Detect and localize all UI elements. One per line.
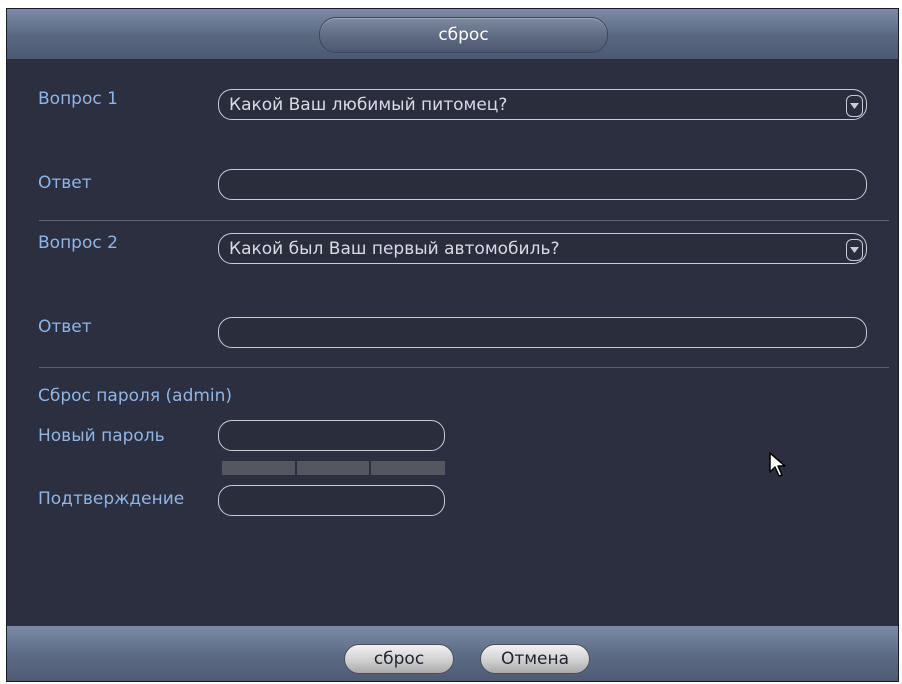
cancel-button[interactable]: Отмена: [480, 644, 590, 674]
reset-dialog: сброс Вопрос 1 Какой Ваш любимый питомец…: [6, 8, 899, 682]
chevron-down-icon[interactable]: [846, 95, 863, 117]
divider: [39, 367, 889, 368]
divider: [39, 220, 889, 221]
mouse-pointer-icon: [769, 452, 789, 482]
new-password-label: Новый пароль: [38, 426, 165, 446]
password-strength-segment: [297, 461, 369, 475]
question-2-label: Вопрос 2: [38, 233, 118, 253]
confirm-password-label: Подтверждение: [38, 489, 185, 509]
question-1-label: Вопрос 1: [38, 89, 118, 109]
dialog-title: сброс: [319, 17, 608, 53]
question-1-selected-value: Какой Ваш любимый питомец?: [229, 94, 508, 115]
answer-2-input[interactable]: [218, 317, 867, 348]
new-password-input[interactable]: [218, 420, 445, 451]
question-2-select[interactable]: Какой был Ваш первый автомобиль?: [218, 233, 867, 264]
answer-1-label: Ответ: [38, 173, 92, 193]
reset-button[interactable]: сброс: [344, 644, 454, 674]
password-strength-segment: [371, 461, 445, 475]
question-1-select[interactable]: Какой Ваш любимый питомец?: [218, 89, 867, 120]
title-bar: сброс: [7, 9, 898, 59]
footer-bar: сброс Отмена: [7, 626, 898, 681]
password-strength-segment: [222, 461, 295, 475]
password-section-title: Сброс пароля (admin): [38, 386, 233, 406]
confirm-password-input[interactable]: [218, 485, 445, 516]
answer-1-input[interactable]: [218, 169, 867, 200]
question-2-selected-value: Какой был Ваш первый автомобиль?: [229, 238, 560, 259]
answer-2-label: Ответ: [38, 317, 92, 337]
chevron-down-icon[interactable]: [846, 239, 863, 261]
